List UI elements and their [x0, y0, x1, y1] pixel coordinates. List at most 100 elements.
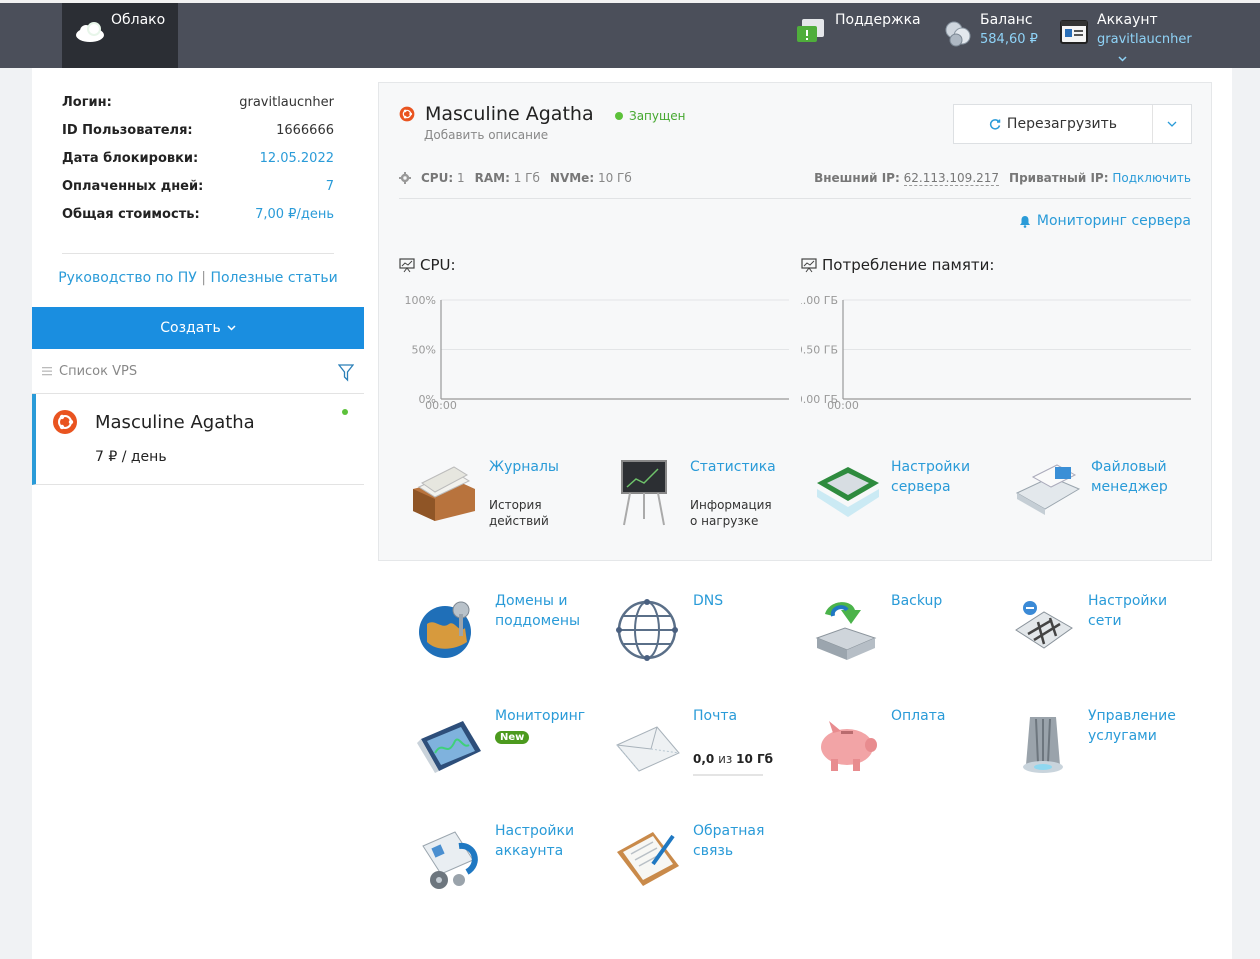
- gear-icon: [399, 172, 411, 184]
- statistics-tool[interactable]: Статистика Информация о нагрузке: [610, 457, 810, 547]
- filter-icon[interactable]: [338, 364, 354, 382]
- add-description-link[interactable]: Добавить описание: [424, 128, 548, 142]
- info-user-id-value: 1666666: [276, 122, 334, 138]
- mail-total: 10 Гб: [736, 752, 774, 766]
- vps-list-item[interactable]: Masculine Agatha 7 ₽ / день: [32, 394, 364, 485]
- server-settings-title-line1: Настройки: [891, 459, 971, 475]
- statistics-title: Статистика: [690, 459, 776, 475]
- reboot-label: Перезагрузить: [1006, 116, 1118, 132]
- network-settings-title-line2: сети: [1088, 613, 1122, 629]
- folder-document-icon: [1015, 464, 1081, 515]
- private-ip-connect-link[interactable]: Подключить: [1112, 171, 1191, 185]
- monitoring-dashboard-icon: [417, 721, 481, 773]
- domains-service[interactable]: Домены и поддомены: [415, 591, 605, 681]
- sidebar: Логин: gravitlaucnher ID Пользователя: 1…: [32, 68, 364, 959]
- mail-used: 0,0: [693, 752, 715, 766]
- cpu-spec-label: CPU:: [421, 171, 454, 185]
- services-management-title-line2: услугами: [1088, 728, 1157, 744]
- presentation-chart-icon: [801, 257, 817, 272]
- cpu-chart: 100%50%0%00:00: [405, 294, 789, 412]
- cpu-chart-title: CPU:: [399, 256, 456, 274]
- network-settings-service[interactable]: Настройки сети: [1008, 591, 1198, 681]
- monitoring-title: Мониторинг: [495, 708, 586, 724]
- mail-service[interactable]: Почта 0,0 из 10 Гб: [613, 706, 803, 796]
- ubuntu-icon: [399, 106, 415, 122]
- sidebar-divider: [62, 253, 334, 254]
- server-card: Masculine Agatha Запущен Добавить описан…: [378, 82, 1212, 561]
- private-ip-label: Приватный IP:: [1009, 171, 1109, 185]
- external-ip-value[interactable]: 62.113.109.217: [903, 171, 1000, 186]
- chart-y-tick: 0.50 ГБ: [801, 344, 838, 357]
- reboot-button[interactable]: Перезагрузить: [954, 105, 1153, 143]
- memory-chart: 1.00 ГБ0.50 ГБ0.00 ГБ00:00: [801, 294, 1191, 412]
- articles-link[interactable]: Полезные статьи: [210, 270, 337, 286]
- dns-service[interactable]: DNS: [613, 591, 803, 681]
- balance-value: 584,60 ₽: [980, 32, 1038, 47]
- account-settings-icon: [422, 831, 478, 889]
- reboot-dropdown-toggle[interactable]: [1153, 105, 1191, 143]
- mail-usage: 0,0 из 10 Гб: [693, 752, 773, 766]
- domains-title-line1: Домены и: [495, 593, 568, 609]
- info-paid-days-value[interactable]: 7: [326, 179, 334, 194]
- server-ips: Внешний IP: 62.113.109.217 Приватный IP:…: [814, 171, 1191, 186]
- network-settings-title-line1: Настройки: [1088, 593, 1168, 609]
- chevron-down-icon: [227, 325, 236, 331]
- links-separator: |: [201, 270, 206, 286]
- info-total-cost-value[interactable]: 7,00 ₽/день: [255, 207, 334, 222]
- payment-title: Оплата: [891, 708, 946, 724]
- file-manager-tool[interactable]: Файловый менеджер: [1011, 457, 1211, 547]
- services-management-service[interactable]: Управление услугами: [1008, 706, 1198, 796]
- ram-spec-label: RAM:: [474, 171, 510, 185]
- account-settings-title-line1: Настройки: [495, 823, 575, 839]
- disk-spec-label: NVMe:: [549, 171, 595, 185]
- sidebar-links: Руководство по ПУ | Полезные статьи: [32, 270, 364, 286]
- info-paid-days-key: Оплаченных дней:: [62, 178, 204, 194]
- info-block-date-value[interactable]: 12.05.2022: [260, 151, 334, 166]
- payment-service[interactable]: Оплата: [811, 706, 1001, 796]
- status-label: Запущен: [629, 109, 686, 123]
- presentation-chart-icon: [399, 257, 415, 272]
- cpu-chip-icon: [817, 467, 879, 517]
- server-specs: CPU: 1 RAM: 1 Гб NVMe: 10 Гб: [399, 171, 632, 185]
- mail-of: из: [718, 752, 733, 766]
- support-chat-icon: [797, 19, 824, 42]
- piggy-bank-icon: [821, 721, 877, 771]
- manual-link[interactable]: Руководство по ПУ: [58, 270, 197, 286]
- server-settings-tool[interactable]: Настройки сервера: [811, 457, 1011, 547]
- mail-title: Почта: [693, 708, 738, 724]
- globe-keys-icon: [419, 601, 471, 658]
- chart-x-tick: 00:00: [425, 399, 457, 412]
- logs-tool[interactable]: Журналы История действий: [409, 457, 609, 547]
- external-ip-label: Внешний IP:: [814, 171, 900, 185]
- new-badge: New: [495, 731, 530, 744]
- server-name: Masculine Agatha: [425, 103, 594, 125]
- info-total-cost: Общая стоимость: 7,00 ₽/день: [62, 203, 334, 225]
- account-settings-service[interactable]: Настройки аккаунта: [415, 821, 605, 911]
- monitoring-service[interactable]: Мониторинг New: [415, 706, 605, 796]
- balance-label: Баланс: [980, 12, 1033, 28]
- network-switch-icon: [1015, 601, 1073, 649]
- status-dot: [615, 112, 623, 120]
- backup-title: Backup: [891, 593, 943, 609]
- logs-box-icon: [413, 466, 475, 521]
- backup-service[interactable]: Backup: [811, 591, 1001, 681]
- mail-usage-bar: [693, 774, 763, 776]
- chevron-down-icon[interactable]: [1118, 56, 1127, 62]
- logs-desc-line2: действий: [489, 514, 549, 528]
- brand-label: Облако: [111, 12, 166, 28]
- bell-icon: [1019, 215, 1030, 228]
- vps-list-label: Список VPS: [59, 363, 138, 379]
- info-user-id-key: ID Пользователя:: [62, 122, 193, 138]
- chart-y-tick: 100%: [405, 294, 436, 307]
- create-button[interactable]: Создать: [32, 307, 364, 349]
- domains-title-line2: поддомены: [495, 613, 581, 629]
- file-manager-title-line1: Файловый: [1091, 459, 1167, 475]
- chalkboard-icon: [621, 460, 667, 526]
- vps-item-price: 7 ₽ / день: [95, 449, 167, 465]
- chart-y-tick: 1.00 ГБ: [801, 294, 838, 307]
- ram-spec-value: 1 Гб: [513, 171, 540, 185]
- brand-cloud[interactable]: Облако: [62, 3, 178, 68]
- server-monitoring-link[interactable]: Мониторинг сервера: [1019, 213, 1191, 229]
- feedback-service[interactable]: Обратная связь: [613, 821, 803, 911]
- info-block-date: Дата блокировки: 12.05.2022: [62, 147, 334, 169]
